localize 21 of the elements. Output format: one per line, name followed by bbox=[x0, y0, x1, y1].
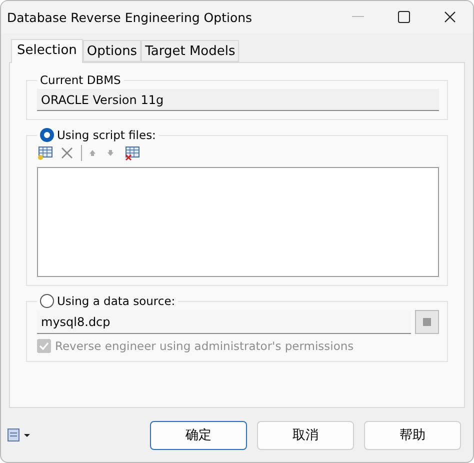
group-label: Current DBMS bbox=[40, 73, 121, 87]
radio-button[interactable] bbox=[40, 294, 54, 308]
dialog-button[interactable]: 确定 bbox=[150, 420, 247, 450]
checkbox-label: Reverse engineer using administrator's permissions bbox=[55, 339, 354, 353]
script-file-list[interactable] bbox=[37, 167, 439, 277]
window-title: Database Reverse Engineering Options bbox=[7, 10, 254, 24]
radio-label: Using script files: bbox=[57, 128, 156, 142]
maximize-icon[interactable] bbox=[398, 11, 410, 23]
tab[interactable]: Options bbox=[82, 40, 142, 62]
delete-icon[interactable] bbox=[59, 145, 75, 161]
remove-table-icon[interactable] bbox=[124, 145, 140, 161]
dialog-button[interactable]: 取消 bbox=[257, 420, 354, 450]
radio-button[interactable] bbox=[40, 128, 54, 142]
tab[interactable]: Selection bbox=[11, 39, 83, 63]
add-table-icon[interactable] bbox=[37, 145, 53, 161]
radio-label: Using a data source: bbox=[57, 294, 176, 308]
close-icon[interactable] bbox=[444, 11, 456, 23]
dialog-button[interactable]: 帮助 bbox=[364, 420, 461, 450]
menu-dropdown-icon[interactable] bbox=[7, 428, 31, 442]
dbms-field: ORACLE Version 11g bbox=[37, 89, 439, 111]
tab[interactable]: Target Models bbox=[141, 40, 240, 62]
